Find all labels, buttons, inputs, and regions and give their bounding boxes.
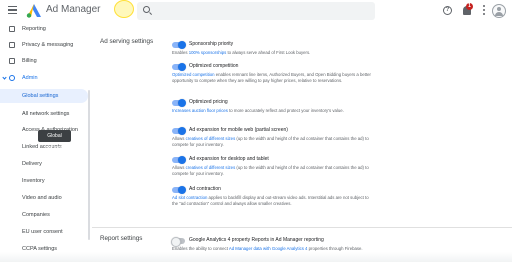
cursor-highlight [114, 0, 134, 18]
sidebar-item-label: Delivery [22, 161, 42, 167]
help-link[interactable]: Optimized competition [172, 72, 215, 77]
more-vert-icon[interactable] [483, 5, 485, 17]
toggle-switch[interactable] [172, 40, 186, 49]
setting-description: Ad slot contraction applies to backfill … [172, 195, 372, 207]
setting-description: Allows creatives of different sizes (up … [172, 165, 372, 177]
sidebar-item-label: Inventory [22, 178, 45, 184]
search-bar[interactable] [137, 2, 375, 20]
sidebar-item-linked-accounts[interactable]: Linked accounts [0, 140, 88, 154]
description-text: to always serve ahead of First Look buye… [226, 50, 311, 55]
setting-title: Optimized pricing [189, 99, 228, 105]
setting-title: Optimized competition [189, 63, 239, 69]
billing-icon [9, 58, 15, 64]
tooltip: Global settings [38, 130, 71, 151]
bottom-shadow [0, 252, 512, 262]
toggle-switch[interactable] [171, 236, 185, 247]
gear-icon [9, 75, 15, 81]
help-link[interactable]: creatives of different sizes [186, 136, 236, 141]
setting-description: Enables 100% sponsorships to always serv… [172, 50, 372, 56]
toggle-switch[interactable] [172, 126, 186, 135]
ad-manager-logo [26, 4, 41, 18]
sidebar-item-label: Billing [22, 58, 37, 64]
help-icon[interactable]: ? [443, 6, 452, 15]
sidebar-item-label: Privacy & messaging [22, 42, 74, 48]
toggle-switch[interactable] [172, 98, 186, 107]
setting-title: Sponsorship priority [189, 41, 234, 47]
help-link[interactable]: 100% sponsorships [189, 50, 227, 55]
sidebar-item-reporting[interactable]: Reporting [0, 22, 88, 36]
sidebar-item-inventory[interactable]: Inventory [0, 174, 88, 188]
sidebar-item-label: All network settings [22, 111, 70, 117]
sidebar-item-label: EU user consent [22, 229, 63, 235]
sidebar-item-eu-user-consent[interactable]: EU user consent [0, 225, 88, 239]
description-text: Enables the ability to connect [172, 246, 229, 251]
help-link[interactable]: Ad Manager data with Google Analytics 4 [229, 246, 308, 251]
sidebar-item-delivery[interactable]: Delivery [0, 157, 88, 171]
reporting-icon [9, 26, 15, 32]
sidebar-item-label: Global settings [22, 93, 59, 99]
toggle-switch[interactable] [172, 185, 186, 194]
sidebar-item-label: Reporting [22, 26, 46, 32]
sidebar-item-companies[interactable]: Companies [0, 208, 88, 222]
search-icon [143, 6, 150, 13]
section-title-report-settings: Report settings [100, 235, 143, 242]
setting-description: Increases auction floor prices to more a… [172, 108, 372, 114]
chevron-down-icon [2, 75, 7, 80]
sidebar-item-label: Video and audio [22, 195, 62, 201]
sidebar-scrollbar[interactable] [88, 90, 90, 240]
sidebar-item-label: Companies [22, 212, 50, 218]
description-text: to more accurately reflect and protect y… [227, 108, 344, 113]
sidebar-item-all-network-settings[interactable]: All network settings [0, 107, 88, 121]
setting-title: Ad expansion for desktop and tablet [189, 156, 269, 162]
menu-icon[interactable] [8, 6, 17, 14]
app-title: Ad Manager [46, 4, 101, 15]
sidebar-item-video-audio[interactable]: Video and audio [0, 191, 88, 205]
description-text: Allows [172, 165, 186, 170]
avatar[interactable] [492, 4, 506, 18]
setting-description: Optimized competition enables remnant li… [172, 72, 372, 84]
setting-description: Allows creatives of different sizes (up … [172, 136, 372, 148]
toggle-switch[interactable] [172, 155, 186, 164]
sidebar-item-admin[interactable]: Admin [0, 71, 88, 85]
description-text: properties through Firebase. [307, 246, 363, 251]
shield-icon [9, 42, 15, 48]
description-text: Enables [172, 50, 189, 55]
sidebar: Reporting Privacy & messaging Billing Ad… [0, 22, 90, 262]
section-title-ad-serving: Ad serving settings [100, 38, 154, 45]
help-link[interactable]: Increases auction floor prices [172, 108, 228, 113]
main-content: Ad serving settings Sponsorship priority… [92, 22, 512, 262]
section-divider [92, 227, 512, 228]
help-link[interactable]: Ad slot contraction [172, 195, 207, 200]
sidebar-item-label: Admin [22, 75, 38, 81]
setting-title: Ad expansion for mobile web (partial scr… [189, 127, 288, 133]
toggle-switch[interactable] [172, 62, 186, 71]
setting-title: Ad contraction [189, 186, 221, 192]
help-link[interactable]: creatives of different sizes [186, 165, 236, 170]
setting-title: Google Analytics 4 property Reports in A… [189, 237, 324, 243]
notification-badge: 1 [466, 3, 473, 10]
sidebar-item-global-settings[interactable]: Global settings [0, 89, 88, 103]
sidebar-item-privacy-messaging[interactable]: Privacy & messaging [0, 38, 88, 52]
sidebar-item-billing[interactable]: Billing [0, 54, 88, 68]
top-bar: Ad Manager ? 1 [0, 0, 512, 22]
description-text: Allows [172, 136, 186, 141]
